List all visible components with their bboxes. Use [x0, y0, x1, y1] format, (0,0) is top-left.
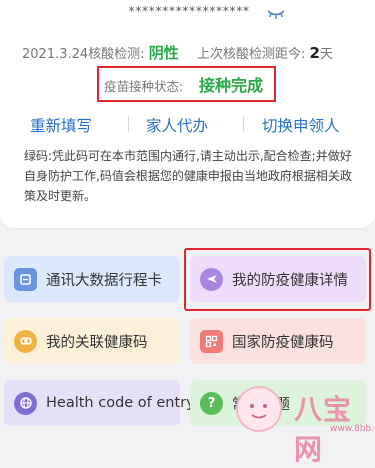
- entry-health-code-tile[interactable]: Health code of entry: [4, 380, 195, 426]
- health-code-card: ****************** 2021.3.24核酸检测: 阴性 上次核…: [0, 0, 375, 228]
- last-test-label: 上次核酸检测距今:: [196, 47, 306, 62]
- question-icon: ?: [200, 391, 223, 415]
- vaccine-status-value: 接种完成: [199, 76, 264, 95]
- qr-code-icon: [200, 329, 223, 353]
- last-test-days: 2: [309, 44, 320, 62]
- vaccine-status-label: 疫苗接种状态:: [104, 79, 184, 94]
- masked-id-number: ******************: [128, 4, 250, 18]
- tile-label: 通讯大数据行程卡: [46, 272, 162, 289]
- tile-label: 我的关联健康码: [46, 334, 148, 351]
- test-result: 阴性: [148, 44, 179, 62]
- linked-health-code-tile[interactable]: 我的关联健康码: [4, 318, 180, 364]
- last-test-unit: 天: [319, 47, 333, 62]
- link-icon: [14, 329, 37, 353]
- family-proxy-button[interactable]: 家人代办: [146, 114, 208, 136]
- health-details-highlight-box: [184, 248, 371, 311]
- nucleic-test-line: 2021.3.24核酸检测: 阴性 上次核酸检测距今: 2天: [22, 42, 333, 63]
- switch-applicant-button[interactable]: 切换申领人: [262, 114, 340, 136]
- phone-card-icon: [14, 267, 37, 291]
- itinerary-card-tile[interactable]: 通讯大数据行程卡: [4, 256, 180, 302]
- test-date-label: 2021.3.24核酸检测:: [22, 47, 145, 62]
- watermark-url: www.8bb.com: [330, 424, 375, 434]
- action-divider: [128, 116, 129, 132]
- tile-label: Health code of entry: [46, 395, 195, 411]
- national-health-code-tile[interactable]: 国家防疫健康码: [190, 318, 366, 364]
- globe-icon: [14, 391, 37, 415]
- watermark-mascot-icon: [236, 386, 282, 432]
- refill-button[interactable]: 重新填写: [30, 114, 92, 136]
- site-watermark: 八宝网 www.8bb.com: [234, 380, 375, 466]
- green-code-notice: 绿码:凭此码可在本市范围内通行,请主动出示,配合检查;并做好自身防护工作,码值会…: [24, 149, 352, 203]
- action-divider: [243, 116, 244, 132]
- closed-eye-icon[interactable]: [267, 8, 285, 20]
- tile-label: 国家防疫健康码: [232, 334, 334, 351]
